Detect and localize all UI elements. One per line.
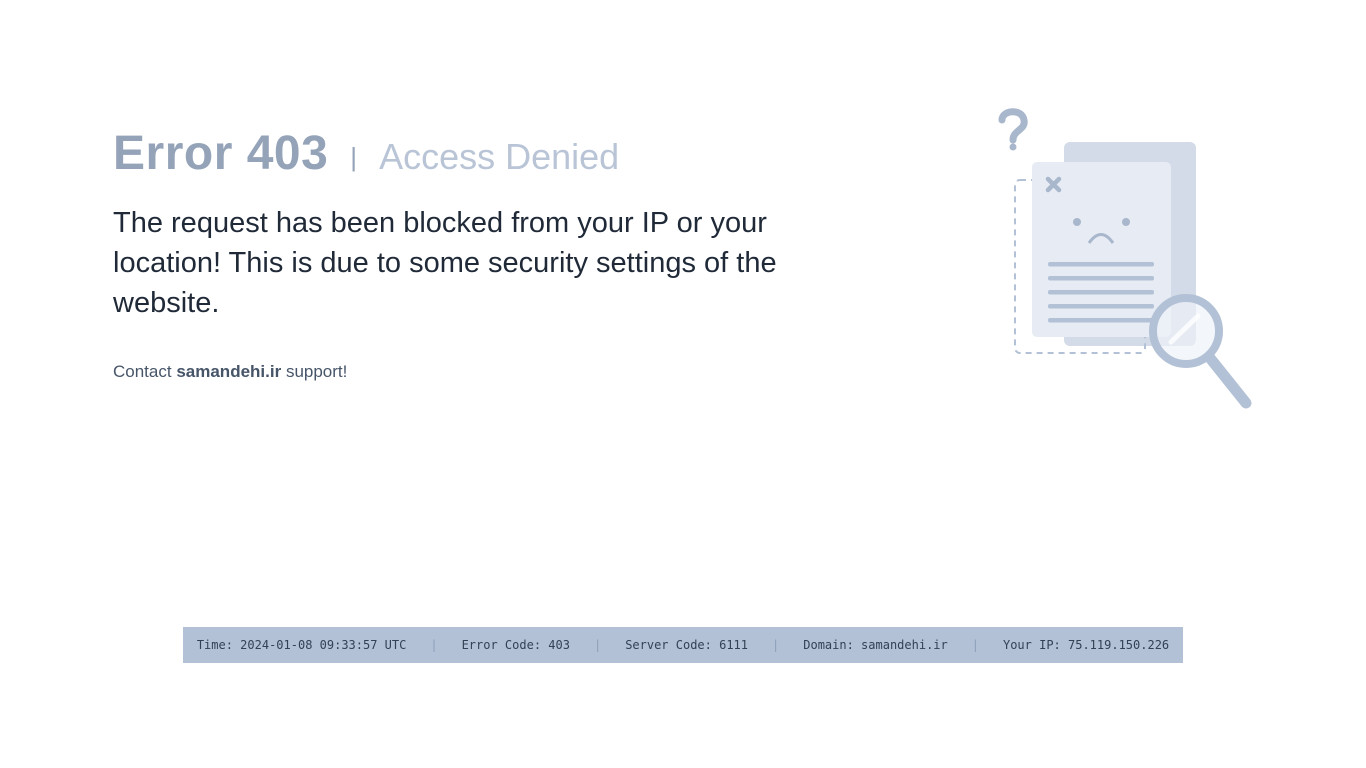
error-page: Error 403 | Access Denied The request has … — [0, 0, 1366, 768]
footer-separator: | — [593, 638, 602, 652]
footer-domain: Domain: samandehi.ir — [803, 638, 948, 652]
access-denied-subtitle: Access Denied — [379, 136, 620, 177]
document-search-sad-icon — [996, 106, 1254, 414]
error-details-bar: Time: 2024-01-08 09:33:57 UTC | Error Co… — [183, 627, 1183, 663]
footer-server-code: Server Code: 6111 — [625, 638, 749, 652]
page-heading: Error 403 | Access Denied — [113, 126, 619, 181]
contact-line: Contact samandehi.ir support! — [113, 362, 347, 382]
footer-ip: Your IP: 75.119.150.226 — [1002, 638, 1170, 652]
contact-suffix: support! — [285, 362, 348, 381]
error-code-title: Error 403 — [113, 127, 329, 180]
footer-error-code: Error Code: 403 — [461, 638, 570, 652]
heading-separator: | — [350, 142, 358, 172]
contact-prefix: Contact — [113, 362, 172, 381]
footer-separator: | — [430, 638, 438, 652]
footer-separator: | — [971, 638, 979, 652]
contact-domain: samandehi.ir — [176, 362, 282, 381]
footer-time: Time: 2024-01-08 09:33:57 UTC — [196, 638, 407, 652]
blocked-message: The request has been blocked from your I… — [113, 207, 777, 319]
footer-separator: | — [772, 638, 780, 652]
